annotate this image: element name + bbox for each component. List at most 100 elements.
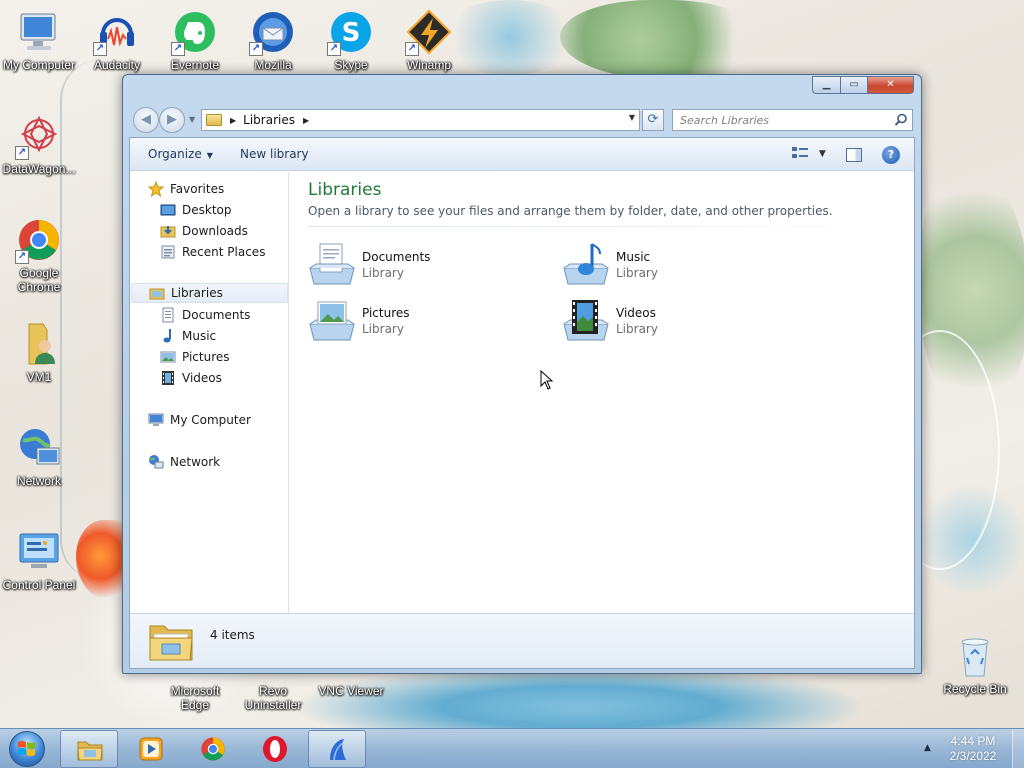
library-item-pictures[interactable]: Pictures Library [308,298,528,346]
maximize-button[interactable]: ▭ [841,76,868,94]
preview-pane-icon[interactable] [846,148,862,162]
desktop-icon-network[interactable]: Network [0,424,78,488]
nav-favorites[interactable]: Favorites [147,179,224,199]
nav-item-videos[interactable]: Videos [160,368,222,388]
shortcut-arrow-icon: ↗ [171,42,185,56]
nav-my-computer[interactable]: My Computer [148,410,251,430]
refresh-button[interactable]: ⟳ [642,109,664,131]
library-item-videos[interactable]: Videos Library [562,298,782,346]
address-history-dropdown-icon[interactable]: ▼ [629,113,635,122]
nav-item-music[interactable]: Music [160,326,216,346]
library-item-documents[interactable]: Documents Library [308,242,528,290]
downloads-folder-icon [160,223,176,239]
caption-buttons: ▁ ▭ ✕ [812,76,914,94]
desktop-icon-skype[interactable]: S ↗ Skype [312,8,390,72]
organize-button[interactable]: Organize ▼ [148,147,213,161]
address-bar[interactable]: ▶ Libraries ▶ ▼ [201,109,640,131]
nav-libraries[interactable]: Libraries [131,283,288,303]
command-bar: Organize ▼ New library ▼ ? [130,138,914,171]
explorer-window[interactable]: ▁ ▭ ✕ ◀ ▶ ▼ ▶ Libraries ▶ ▼ ⟳ Organize ▼ … [122,74,922,674]
nav-item-desktop[interactable]: Desktop [160,200,232,220]
chrome-icon: ↗ [15,216,63,264]
minimize-button[interactable]: ▁ [812,76,841,94]
wallpaper-splash [920,480,1024,600]
library-name: Music [616,250,651,264]
libraries-folder-icon [206,114,222,126]
desktop-icon-control-panel[interactable]: Control Panel [0,528,78,592]
desktop-icon-label: VNC Viewer [318,684,384,698]
nav-label: Network [170,455,221,469]
details-pane: 4 items [130,613,914,668]
change-view-button[interactable]: ▼ [792,146,828,164]
recent-pages-dropdown-icon[interactable]: ▼ [189,115,195,124]
shortcut-arrow-icon: ↗ [93,42,107,56]
nav-label: Documents [182,308,251,322]
my-computer-icon [15,8,63,56]
desktop-icon-label: Audacity [93,58,141,72]
help-icon[interactable]: ? [882,146,900,164]
taskbar-app-media-player[interactable] [122,730,180,768]
new-library-button[interactable]: New library [240,147,309,161]
desktop-icon-label: Control Panel [2,578,76,592]
back-button[interactable]: ◀ [133,107,159,133]
close-button[interactable]: ✕ [868,76,914,94]
nav-item-pictures[interactable]: Pictures [160,347,230,367]
computer-icon [148,412,164,428]
taskbar-app-windows-explorer[interactable] [60,730,118,768]
desktop-icon-recycle-bin[interactable]: Recycle Bin [936,632,1014,696]
chevron-down-icon: ▼ [818,148,826,159]
taskbar-app-google-chrome[interactable] [184,730,242,768]
search-icon[interactable] [894,113,908,127]
page-title: Libraries [308,180,382,200]
start-button[interactable] [4,730,50,768]
desktop-icon-label: Recycle Bin [943,682,1007,696]
desktop-icon-label: My Computer [2,58,76,72]
skype-icon: S ↗ [327,8,375,56]
show-hidden-icons-icon[interactable]: ▲ [924,743,931,753]
page-description: Open a library to see your files and arr… [308,204,833,218]
desktop-icon [160,202,176,218]
nav-label: Libraries [171,286,223,300]
desktop-icon-winamp[interactable]: ↗ Winamp [390,8,468,72]
clock-time: 4:44 PM [950,734,996,748]
nav-label: Downloads [182,224,248,238]
forward-button[interactable]: ▶ [159,107,185,133]
breadcrumb-chevron-icon[interactable]: ▶ [303,116,309,125]
desktop-icon-datawagon[interactable]: ↗ DataWagon... [0,112,78,176]
svg-text:S: S [342,18,361,48]
nav-item-downloads[interactable]: Downloads [160,221,248,241]
breadcrumb-chevron-icon[interactable]: ▶ [230,116,236,125]
shortcut-arrow-icon: ↗ [249,42,263,56]
search-box[interactable] [672,109,913,131]
control-panel-icon [15,528,63,576]
user-folder-icon [15,320,63,368]
desktop-icon-my-computer[interactable]: My Computer [0,8,78,72]
desktop-icon-vm1[interactable]: VM1 [0,320,78,384]
nav-network[interactable]: Network [148,452,220,472]
wallpaper-leaf [920,170,1024,410]
search-input[interactable] [673,110,883,130]
library-type: Library [616,322,658,336]
content-frame: Organize ▼ New library ▼ ? Favorites Desk… [129,137,915,669]
desktop-icon-google-chrome[interactable]: ↗ Google Chrome [0,216,78,294]
library-item-music[interactable]: Music Library [562,242,782,290]
navigation-pane: Favorites Desktop Downloads Recent Place… [130,172,289,613]
desktop-icon-label: Microsoft Edge [170,684,220,712]
star-icon [147,180,165,198]
nav-item-recent-places[interactable]: Recent Places [160,242,265,262]
system-clock[interactable]: 4:44 PM 2/3/2022 [940,734,1006,764]
media-player-icon [139,737,163,761]
breadcrumb-libraries[interactable]: Libraries [243,113,295,127]
taskbar-app-active[interactable] [308,730,366,768]
clock-date: 2/3/2022 [949,749,997,763]
show-desktop-button[interactable] [1012,729,1024,768]
desktop-icon-mozilla[interactable]: ↗ Mozilla [234,8,312,72]
nav-label: Pictures [182,350,230,364]
nav-item-documents[interactable]: Documents [160,305,250,325]
desktop-icon-audacity[interactable]: ↗ Audacity [78,8,156,72]
library-name: Documents [362,250,431,264]
desktop-icon-label: Skype [334,58,368,72]
taskbar-app-opera[interactable] [246,730,304,768]
navigation-bar: ◀ ▶ ▼ ▶ Libraries ▶ ▼ ⟳ [131,107,915,133]
desktop-icon-evernote[interactable]: ↗ Evernote [156,8,234,72]
